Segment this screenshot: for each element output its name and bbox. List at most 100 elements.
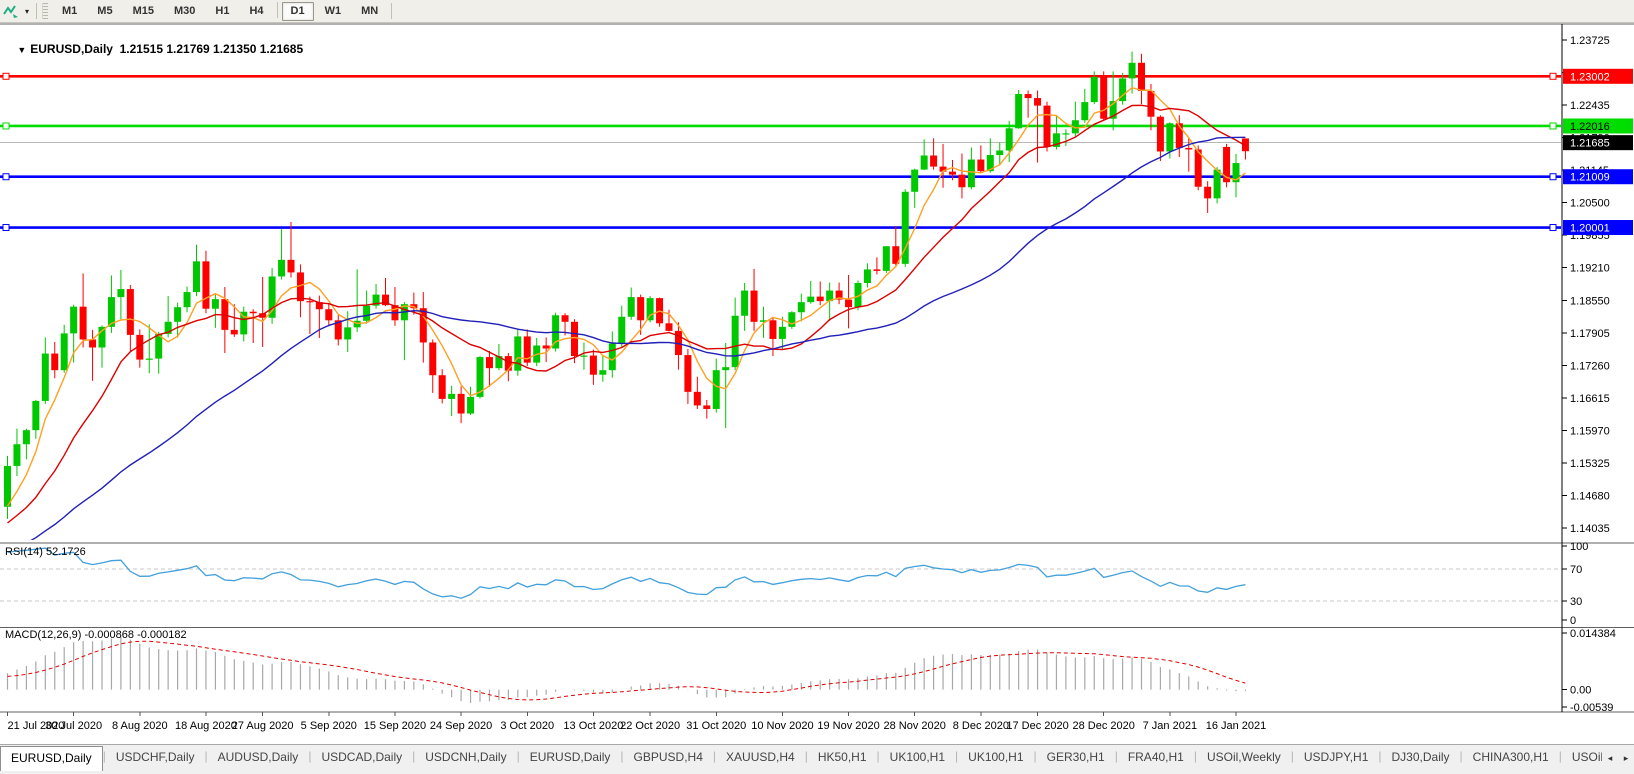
rsi-tick-label: 30 [1570, 596, 1582, 608]
chart-tab-strip: EURUSD,Daily|USDCHF,Daily|AUDUSD,Daily|U… [0, 745, 1602, 771]
line-handle[interactable] [1550, 123, 1556, 129]
main-price-panel[interactable] [0, 52, 1561, 553]
timeframe-button-mn[interactable]: MN [352, 2, 387, 21]
line-handle[interactable] [3, 174, 9, 180]
candle [514, 336, 521, 370]
chart-canvas[interactable]: 1.237251.230801.224351.217901.211451.205… [0, 22, 1634, 744]
candle [580, 356, 587, 357]
line-handle[interactable] [1550, 225, 1556, 231]
chart-tab-uk100-h1[interactable]: UK100,H1 [958, 745, 1033, 767]
timeframe-button-m1[interactable]: M1 [53, 2, 86, 21]
chart-tab-usdcnh-daily[interactable]: USDCNH,Daily [415, 745, 516, 767]
candle [70, 307, 77, 334]
candlesticks[interactable] [4, 52, 1249, 519]
level-price-badge[interactable]: 1.21009 [1563, 169, 1633, 184]
candle [958, 175, 965, 188]
price-tick-label: 1.22435 [1570, 100, 1610, 112]
chart-tab-uk100-h1[interactable]: UK100,H1 [880, 745, 955, 767]
candle [250, 312, 257, 314]
current-price-badge[interactable]: 1.21685 [1563, 135, 1633, 150]
time-tick-label: 18 Aug 2020 [175, 720, 237, 732]
candle [458, 394, 465, 414]
macd-panel[interactable] [8, 637, 1246, 703]
candle [184, 292, 191, 307]
level-price-badge[interactable]: 1.20001 [1563, 220, 1633, 235]
chart-tab-china300-h1[interactable]: CHINA300,H1 [1463, 745, 1559, 767]
svg-text:1.23002: 1.23002 [1570, 71, 1610, 83]
line-handle[interactable] [1550, 174, 1556, 180]
candle [562, 315, 569, 322]
svg-text:1.20001: 1.20001 [1570, 223, 1610, 235]
timeframe-button-w1[interactable]: W1 [316, 2, 351, 21]
chart-tab-ger30-h1[interactable]: GER30,H1 [1037, 745, 1115, 767]
level-price-badge[interactable]: 1.22016 [1563, 118, 1633, 133]
svg-text:1.21009: 1.21009 [1570, 172, 1610, 184]
candle [306, 301, 313, 302]
timeframe-button-h1[interactable]: H1 [206, 2, 238, 21]
macd-tick-label: 0.00 [1570, 685, 1591, 697]
chart-tab-usdchf-daily[interactable]: USDCHF,Daily [106, 745, 205, 767]
time-tick-label: 16 Jan 2021 [1206, 720, 1267, 732]
candle [23, 430, 30, 444]
candle [288, 260, 295, 273]
candle [1034, 98, 1041, 106]
line-handle[interactable] [3, 225, 9, 231]
chart-tab-eurusd-daily[interactable]: EURUSD,Daily [520, 745, 621, 767]
candle [42, 354, 49, 401]
price-tick-label: 1.17905 [1570, 328, 1610, 340]
candle [117, 289, 124, 297]
candle [1025, 94, 1032, 98]
candle [864, 269, 871, 283]
chart-tab-usoil[interactable]: USOil, [1562, 745, 1602, 767]
chart-tab-usoil-weekly[interactable]: USOil,Weekly [1197, 745, 1291, 767]
chart-tab-fra40-h1[interactable]: FRA40,H1 [1118, 745, 1194, 767]
time-tick-label: 24 Sep 2020 [430, 720, 492, 732]
candle [751, 291, 758, 322]
candle [722, 367, 729, 370]
price-axis[interactable]: 1.237251.230801.224351.217901.211451.205… [1562, 35, 1610, 535]
time-axis[interactable]: 21 Jul 202030 Jul 20208 Aug 202018 Aug 2… [8, 712, 1267, 732]
tab-scroll-left-button[interactable]: ◂ [1602, 749, 1618, 767]
candle [212, 299, 219, 309]
candle [1091, 77, 1098, 102]
candle [1062, 133, 1069, 134]
line-handle[interactable] [1550, 73, 1556, 79]
candle [807, 297, 814, 303]
chart-tab-gbpusd-h4[interactable]: GBPUSD,H4 [624, 745, 713, 767]
chart-tab-hk50-h1[interactable]: HK50,H1 [808, 745, 877, 767]
candle [996, 150, 1003, 155]
ma-fast-orange [8, 88, 1246, 507]
rsi-panel[interactable] [0, 548, 1561, 601]
chart-tab-xauusd-h4[interactable]: XAUUSD,H4 [716, 745, 805, 767]
time-tick-label: 27 Aug 2020 [232, 720, 294, 732]
toolbar-grip-handle[interactable] [42, 3, 48, 19]
time-tick-label: 30 Jul 2020 [45, 720, 102, 732]
level-price-badge[interactable]: 1.23002 [1563, 69, 1633, 84]
tab-scroll-right-button[interactable]: ▸ [1618, 749, 1634, 767]
candle [1214, 170, 1221, 199]
price-tick-label: 1.18550 [1570, 296, 1610, 308]
candle [89, 339, 96, 347]
chart-tab-bar: EURUSD,Daily|USDCHF,Daily|AUDUSD,Daily|U… [0, 744, 1634, 774]
chart-tab-usdjpy-h1[interactable]: USDJPY,H1 [1294, 745, 1378, 767]
candle [911, 170, 918, 192]
candle [1204, 187, 1211, 199]
line-handle[interactable] [3, 123, 9, 129]
chart-line-tool-icon[interactable] [1, 2, 21, 20]
timeframe-button-h4[interactable]: H4 [240, 2, 272, 21]
chart-tab-eurusd-daily[interactable]: EURUSD,Daily [0, 746, 103, 771]
line-handle[interactable] [3, 73, 9, 79]
chart-tab-usdcad-daily[interactable]: USDCAD,Daily [311, 745, 412, 767]
tool-dropdown-caret-icon[interactable]: ▾ [21, 7, 33, 16]
timeframe-button-d1[interactable]: D1 [282, 2, 314, 21]
chart-tab-dj30-daily[interactable]: DJ30,Daily [1382, 745, 1460, 767]
timeframe-button-m5[interactable]: M5 [88, 2, 121, 21]
ma-mid-red [8, 105, 1246, 523]
price-tick-label: 1.14035 [1570, 523, 1610, 535]
price-tick-label: 1.19210 [1570, 262, 1610, 274]
timeframe-button-m15[interactable]: M15 [124, 2, 163, 21]
candle [703, 405, 710, 409]
timeframe-button-m30[interactable]: M30 [165, 2, 204, 21]
toolbar-separator [36, 3, 37, 19]
chart-tab-audusd-daily[interactable]: AUDUSD,Daily [208, 745, 309, 767]
